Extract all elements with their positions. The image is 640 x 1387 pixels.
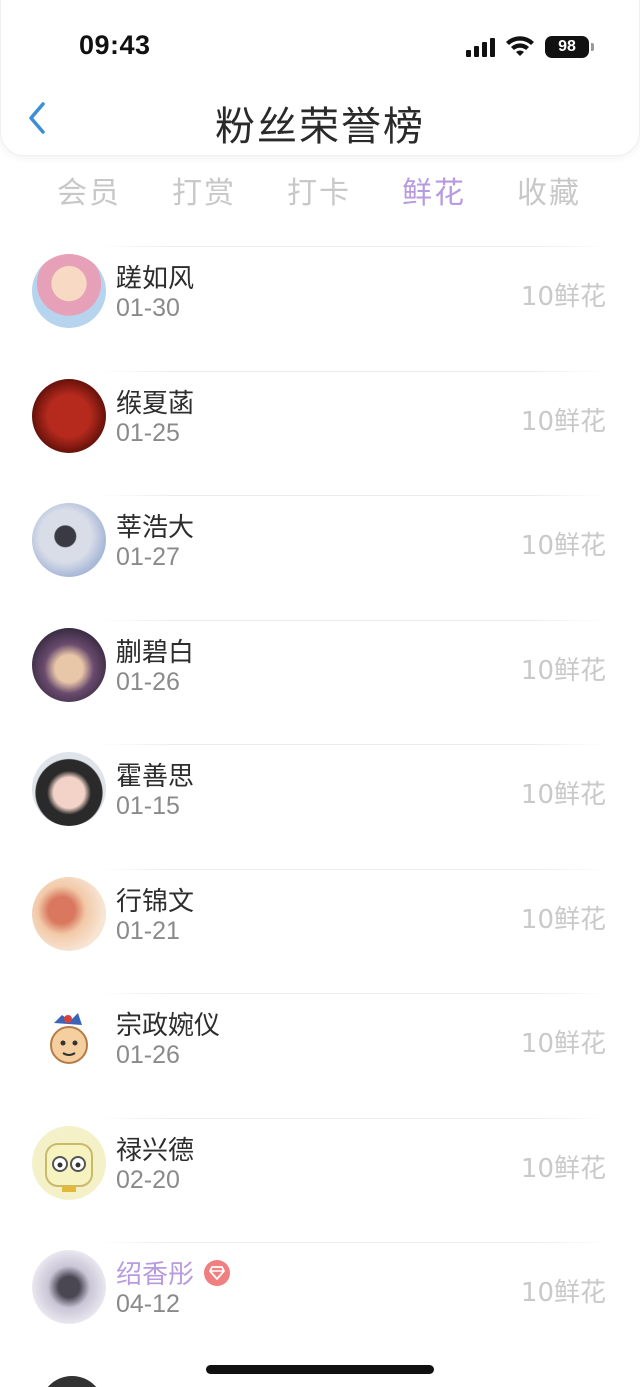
flower-count: 10鲜花	[520, 1029, 606, 1059]
fan-name-text: 绍香彤	[116, 1260, 195, 1290]
fans-honor-page: 09:43 98 粉丝荣誉榜 会员 打赏 打卡 鲜花 收藏 蹉如风 01-30 …	[0, 0, 640, 1387]
fan-date: 01-26	[116, 667, 180, 696]
wifi-icon	[506, 36, 534, 56]
list-item[interactable]: 缑夏菡 01-25 10鲜花	[0, 370, 640, 496]
fan-date: 04-12	[116, 1290, 180, 1318]
page-title: 粉丝荣誉榜	[215, 104, 425, 150]
avatar[interactable]	[32, 1001, 106, 1075]
list-item[interactable]: 蹉如风 01-30 10鲜花	[0, 246, 640, 371]
fan-name: 蒯碧白	[116, 637, 195, 668]
flower-count: 10鲜花	[520, 655, 606, 686]
list-item[interactable]: 霍善思 01-15 10鲜花	[0, 744, 640, 869]
avatar[interactable]	[40, 1376, 104, 1387]
fan-date: 02-20	[116, 1165, 180, 1194]
tab-checkin[interactable]: 打卡	[264, 168, 374, 212]
flower-count: 10鲜花	[520, 282, 606, 312]
list-item[interactable]: 莘浩大 01-27 10鲜花	[0, 495, 640, 620]
avatar[interactable]	[32, 1125, 106, 1200]
fan-date: 01-21	[116, 916, 180, 945]
home-indicator[interactable]	[206, 1365, 434, 1374]
status-time: 09:43	[79, 30, 151, 60]
fan-date: 01-26	[116, 1041, 180, 1069]
list-item[interactable]: 禄兴德 02-20 10鲜花	[0, 1117, 640, 1243]
fan-name: 缑夏菡	[116, 388, 195, 419]
status-bar: 09:43 98	[1, 0, 640, 92]
fan-name: 莘浩大	[116, 513, 195, 543]
status-icons: 98	[466, 34, 594, 60]
avatar[interactable]	[32, 1250, 106, 1324]
fan-name-vip: 绍香彤	[116, 1254, 231, 1291]
avatar[interactable]	[32, 627, 106, 702]
fan-date: 01-25	[116, 418, 180, 447]
fan-date: 01-15	[116, 792, 180, 820]
fan-name: 禄兴德	[116, 1135, 195, 1166]
avatar[interactable]	[32, 503, 106, 577]
header: 09:43 98 粉丝荣誉榜	[0, 0, 640, 156]
avatar[interactable]	[32, 876, 106, 951]
fan-list: 蹉如风 01-30 10鲜花 缑夏菡 01-25 10鲜花 莘浩大 01-27 …	[0, 246, 640, 1367]
list-item[interactable]: 行锦文 01-21 10鲜花	[0, 868, 640, 994]
flower-count: 10鲜花	[520, 1153, 606, 1184]
fan-name: 霍善思	[116, 762, 195, 792]
flower-count: 10鲜花	[520, 531, 606, 561]
fan-name: 蹉如风	[116, 264, 195, 294]
avatar[interactable]	[32, 378, 106, 453]
category-tabs: 会员 打赏 打卡 鲜花 收藏	[0, 168, 640, 218]
flower-count: 10鲜花	[520, 904, 606, 935]
list-item[interactable]: 宗政婉仪 01-26 10鲜花	[0, 993, 640, 1118]
list-item[interactable]: 蒯碧白 01-26 10鲜花	[0, 619, 640, 745]
fan-name: 行锦文	[116, 886, 195, 917]
flower-count: 10鲜花	[520, 1278, 606, 1308]
tab-reward[interactable]: 打赏	[149, 168, 259, 212]
avatar[interactable]	[32, 254, 106, 328]
flower-count: 10鲜花	[520, 406, 606, 437]
fan-date: 01-27	[116, 543, 180, 571]
diamond-icon	[204, 1259, 231, 1286]
cartoon-avatar-icon	[45, 1142, 93, 1192]
monkey-avatar-icon	[50, 1013, 88, 1064]
fan-date: 01-30	[116, 294, 180, 322]
tab-flowers[interactable]: 鲜花	[379, 168, 489, 212]
tab-favorites[interactable]: 收藏	[494, 168, 604, 212]
list-item[interactable]: 绍香彤 04-12 10鲜花	[0, 1242, 640, 1367]
flower-count: 10鲜花	[520, 780, 606, 810]
battery-icon: 98	[545, 36, 594, 58]
tab-member[interactable]: 会员	[34, 168, 144, 212]
signal-icon	[466, 37, 495, 57]
fan-name: 宗政婉仪	[116, 1011, 221, 1041]
avatar[interactable]	[32, 752, 106, 826]
